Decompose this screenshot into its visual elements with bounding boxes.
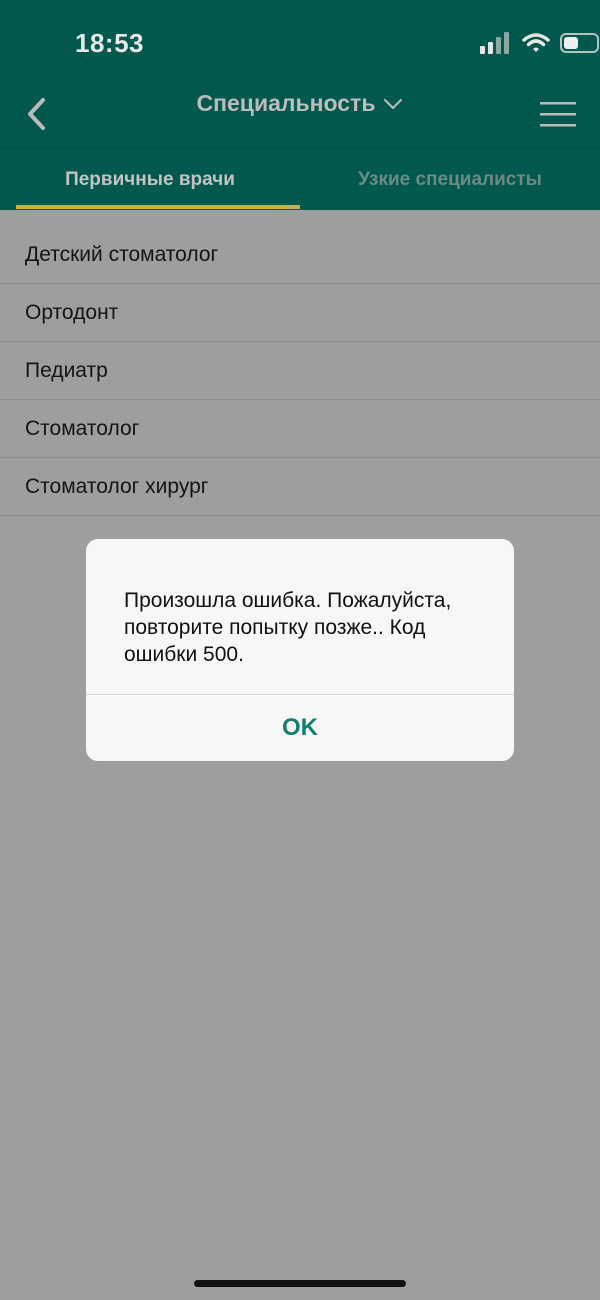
page-title: Специальность [196,90,376,116]
tab-primary-doctors[interactable]: Первичные врачи [0,150,300,210]
header-divider [0,148,600,149]
list-item[interactable]: Детский стоматолог [0,226,600,284]
specialty-list: Детский стоматолог Ортодонт Педиатр Стом… [0,226,600,516]
chevron-down-icon [384,98,403,109]
nav-title-container: Специальность [0,90,600,117]
title-dropdown[interactable]: Специальность [197,90,404,117]
signal-icon [480,32,509,54]
tab-narrow-specialists[interactable]: Узкие специалисты [300,150,600,210]
nav-bar: Специальность [0,78,600,148]
active-tab-indicator [16,205,300,209]
list-item[interactable]: Ортодонт [0,284,600,342]
menu-icon [540,102,576,127]
error-dialog: Произошла ошибка. Пожалуйста, повторите … [86,539,514,761]
list-item[interactable]: Педиатр [0,342,600,400]
list-item[interactable]: Стоматолог [0,400,600,458]
status-time: 18:53 [75,28,144,58]
menu-button[interactable] [540,100,576,130]
battery-icon [560,33,599,53]
wifi-icon [522,33,550,52]
ok-button[interactable]: OK [86,695,514,761]
list-item[interactable]: Стоматолог хирург [0,458,600,516]
app-header: 18:53 Специальность Первичные врачи Узки… [0,0,600,210]
error-message: Произошла ошибка. Пожалуйста, повторите … [124,589,452,666]
tab-bar: Первичные врачи Узкие специалисты [0,150,600,210]
home-indicator[interactable] [194,1280,406,1287]
